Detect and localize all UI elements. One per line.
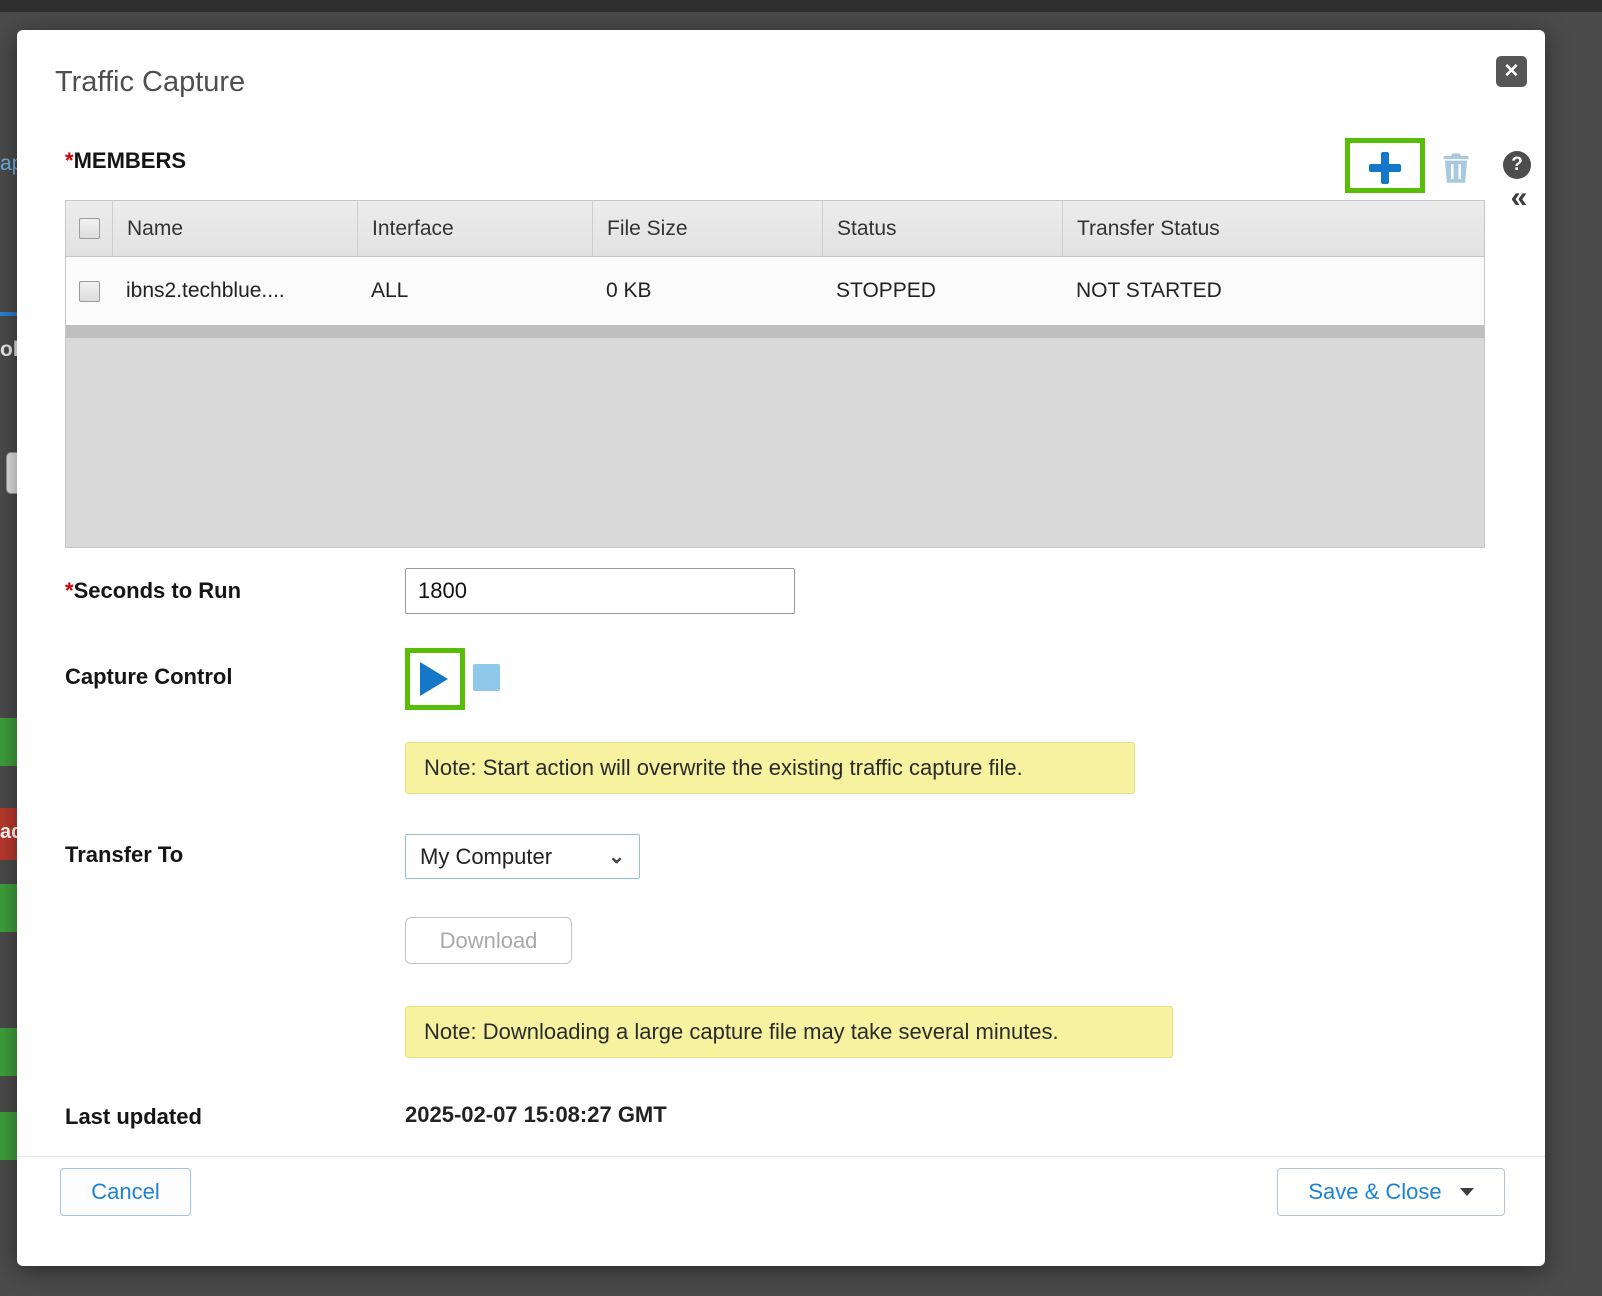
row-cell-interface: ALL [357,257,592,325]
transfer-to-label: Transfer To [65,842,183,868]
browser-top-band [0,0,1602,12]
caret-down-icon[interactable] [1460,1188,1474,1196]
seconds-to-run-label: *Seconds to Run [65,578,241,604]
seconds-to-run-label-text: Seconds to Run [74,578,241,603]
table-row[interactable]: ibns2.techblue.... ALL 0 KB STOPPED NOT … [66,257,1484,325]
header-cell-status[interactable]: Status [822,201,1062,256]
background-tab-underline [0,312,17,316]
trash-icon [1441,152,1471,184]
background-status-bar-green [0,1028,17,1076]
stop-capture-stop-icon[interactable] [473,664,500,691]
background-status-bar-green [0,718,17,766]
chevron-down-icon: ⌄ [608,847,625,867]
start-capture-play-icon[interactable] [418,660,452,698]
close-icon[interactable]: ✕ [1496,56,1527,87]
help-icon[interactable]: ? [1503,151,1531,179]
start-note: Note: Start action will overwrite the ex… [405,742,1135,794]
members-table: Name Interface File Size Status Transfer… [65,200,1485,548]
footer-divider [17,1156,1545,1157]
cancel-button[interactable]: Cancel [60,1168,191,1216]
table-empty-area [66,338,1484,547]
delete-member-icon[interactable] [1441,152,1471,184]
save-close-button[interactable]: Save & Close [1277,1168,1505,1216]
horizontal-scrollbar[interactable] [66,325,1484,338]
last-updated-value: 2025-02-07 15:08:27 GMT [405,1102,667,1128]
row-cell-name: ibns2.techblue.... [112,257,357,325]
add-member-icon[interactable] [1369,152,1401,184]
row-cell-file-size: 0 KB [592,257,822,325]
background-status-bar-red: ad [0,808,17,860]
traffic-capture-dialog: Traffic Capture ✕ *MEMBERS ? « Name Inte… [17,30,1545,1266]
required-asterisk: * [65,578,74,603]
header-cell-checkbox [66,201,112,256]
background-status-bar-green [0,1112,17,1160]
header-cell-file-size[interactable]: File Size [592,201,822,256]
row-checkbox[interactable] [79,281,100,302]
download-button[interactable]: Download [405,917,572,964]
members-table-header: Name Interface File Size Status Transfer… [66,201,1484,257]
last-updated-label: Last updated [65,1104,202,1130]
save-close-label: Save & Close [1308,1179,1441,1205]
row-cell-transfer-status: NOT STARTED [1062,257,1484,325]
members-label-text: MEMBERS [74,148,186,173]
seconds-to-run-input[interactable] [405,568,795,614]
background-status-bar-green [0,884,17,932]
capture-control-label: Capture Control [65,664,232,690]
header-cell-name[interactable]: Name [112,201,357,256]
header-cell-transfer-status[interactable]: Transfer Status [1062,201,1484,256]
transfer-to-select[interactable]: My Computer ⌄ [405,834,640,879]
background-text-fragment: ol [0,338,17,362]
header-cell-interface[interactable]: Interface [357,201,592,256]
dialog-title: Traffic Capture [55,66,245,99]
download-note: Note: Downloading a large capture file m… [405,1006,1173,1058]
collapse-panel-icon[interactable]: « [1505,182,1533,214]
row-cell-checkbox [66,257,112,325]
row-cell-status: STOPPED [822,257,1062,325]
select-all-checkbox[interactable] [79,218,100,239]
members-label: *MEMBERS [65,148,186,174]
required-asterisk: * [65,148,74,173]
background-text-fragment: ap [0,152,17,176]
transfer-to-selected-value: My Computer [420,844,552,870]
